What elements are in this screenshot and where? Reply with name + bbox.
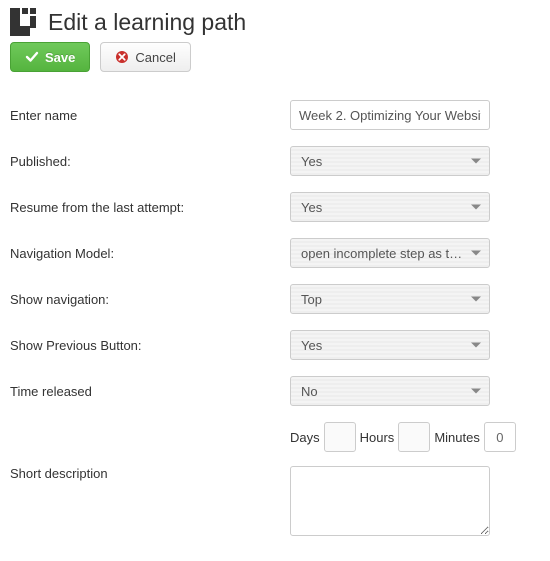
label-resume: Resume from the last attempt:: [10, 200, 290, 215]
show-previous-select-value: Yes: [301, 338, 463, 353]
navigation-model-select-value: open incomplete step as the …: [301, 246, 463, 261]
short-description-textarea[interactable]: [290, 466, 490, 536]
chevron-down-icon: [471, 159, 481, 164]
save-button-label: Save: [45, 50, 75, 65]
app-logo-icon: [10, 8, 40, 36]
cancel-button-label: Cancel: [135, 50, 175, 65]
hours-input[interactable]: [398, 422, 430, 452]
page-header: Edit a learning path: [10, 8, 540, 36]
time-offset-group: Days Hours Minutes: [290, 422, 540, 452]
label-show-navigation: Show navigation:: [10, 292, 290, 307]
label-short-description: Short description: [10, 466, 290, 481]
published-select[interactable]: Yes: [290, 146, 490, 176]
navigation-model-select[interactable]: open incomplete step as the …: [290, 238, 490, 268]
cancel-icon: [115, 50, 129, 64]
chevron-down-icon: [471, 343, 481, 348]
chevron-down-icon: [471, 251, 481, 256]
show-navigation-select-value: Top: [301, 292, 463, 307]
label-time-released: Time released: [10, 384, 290, 399]
check-icon: [25, 50, 39, 64]
time-released-select-value: No: [301, 384, 463, 399]
minutes-input[interactable]: [484, 422, 516, 452]
minutes-label: Minutes: [434, 430, 480, 445]
name-input[interactable]: [290, 100, 490, 130]
resume-select-value: Yes: [301, 200, 463, 215]
label-name: Enter name: [10, 108, 290, 123]
chevron-down-icon: [471, 389, 481, 394]
label-published: Published:: [10, 154, 290, 169]
cancel-button[interactable]: Cancel: [100, 42, 190, 72]
toolbar: Save Cancel: [10, 42, 540, 72]
save-button[interactable]: Save: [10, 42, 90, 72]
label-show-previous: Show Previous Button:: [10, 338, 290, 353]
show-previous-select[interactable]: Yes: [290, 330, 490, 360]
label-navigation-model: Navigation Model:: [10, 246, 290, 261]
time-released-select[interactable]: No: [290, 376, 490, 406]
hours-label: Hours: [360, 430, 395, 445]
resume-select[interactable]: Yes: [290, 192, 490, 222]
page-title: Edit a learning path: [48, 9, 246, 36]
days-input[interactable]: [324, 422, 356, 452]
days-label: Days: [290, 430, 320, 445]
chevron-down-icon: [471, 297, 481, 302]
published-select-value: Yes: [301, 154, 463, 169]
chevron-down-icon: [471, 205, 481, 210]
show-navigation-select[interactable]: Top: [290, 284, 490, 314]
